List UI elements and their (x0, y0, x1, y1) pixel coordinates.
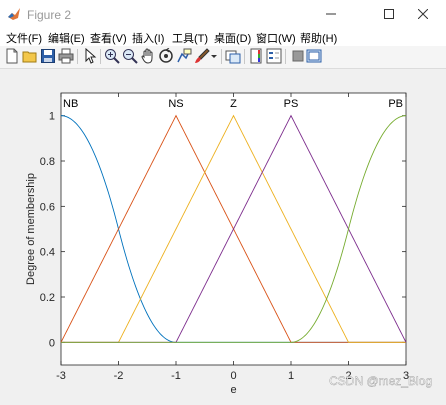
toolbar-separator (285, 49, 286, 64)
close-button[interactable] (400, 0, 446, 28)
x-tick-label: -1 (171, 370, 181, 382)
toolbar-separator (100, 49, 101, 64)
figure-canvas: -3 -2 -1 0 1 2 3 0 0.2 0.4 0.6 0.8 1 NB NS Z PS PB e Deg… (0, 69, 446, 400)
series-label-ps: PS (284, 98, 299, 110)
x-tick-label: 0 (230, 370, 236, 382)
x-axis-label: e (230, 384, 236, 396)
menu-help[interactable]: 帮助(H) (300, 30, 337, 46)
toolbar (0, 46, 446, 69)
menu-bar: 文件(F) 编辑(E) 查看(V) 插入(I) 工具(T) 桌面(D) 窗口(W… (0, 28, 446, 46)
y-axis-label: Degree of membership (25, 173, 37, 285)
zoom-in-icon[interactable] (104, 48, 120, 64)
open-file-icon[interactable] (22, 48, 38, 64)
link-plot-icon[interactable] (225, 48, 241, 64)
toolbar-separator (221, 49, 222, 64)
title-bar: Figure 2 (0, 0, 446, 28)
y-tick-label: 1 (49, 111, 55, 123)
zoom-out-icon[interactable] (122, 48, 138, 64)
series-label-pb: PB (388, 98, 403, 110)
menu-view[interactable]: 查看(V) (90, 30, 127, 46)
print-icon[interactable] (58, 48, 74, 64)
chevron-down-icon[interactable] (210, 48, 218, 64)
series-label-ns: NS (168, 98, 183, 110)
y-tick-label: 0.4 (40, 247, 55, 259)
maximize-icon (384, 9, 394, 19)
save-icon[interactable] (40, 48, 56, 64)
minimize-button[interactable] (308, 0, 354, 28)
close-icon (418, 9, 428, 19)
x-tick-label: 1 (288, 370, 294, 382)
matlab-icon (8, 8, 20, 20)
menu-desktop[interactable]: 桌面(D) (214, 30, 251, 46)
menu-file[interactable]: 文件(F) (6, 30, 42, 46)
window-title: Figure 2 (27, 8, 72, 22)
menu-edit[interactable]: 编辑(E) (48, 30, 85, 46)
series-label-z: Z (230, 98, 237, 110)
minimize-icon (326, 13, 336, 15)
rotate-3d-icon[interactable] (158, 48, 174, 64)
x-tick-label: -2 (114, 370, 124, 382)
menu-insert[interactable]: 插入(I) (132, 30, 164, 46)
y-tick-label: 0.6 (40, 201, 55, 213)
watermark-text: CSDN @mez_Blog (329, 374, 432, 388)
x-tick-label: -3 (56, 370, 66, 382)
y-tick-label: 0.2 (40, 292, 55, 304)
menu-window[interactable]: 窗口(W) (256, 30, 296, 46)
y-tick-label: 0.8 (40, 156, 55, 168)
brush-icon[interactable] (194, 48, 210, 64)
series-label-nb: NB (63, 98, 78, 110)
legend-icon[interactable] (266, 48, 282, 64)
pan-icon[interactable] (140, 48, 156, 64)
new-figure-icon[interactable] (4, 48, 20, 64)
hide-plot-tools-icon[interactable] (290, 48, 306, 64)
membership-function-plot[interactable]: -3 -2 -1 0 1 2 300.20.40.60.81 NB NS Z PS PB e Deg… (0, 69, 446, 400)
pointer-icon[interactable] (82, 48, 98, 64)
data-cursor-icon[interactable] (176, 48, 192, 64)
toolbar-separator (77, 49, 78, 64)
y-tick-label: 0 (49, 337, 55, 349)
show-plot-tools-icon[interactable] (306, 48, 322, 64)
toolbar-separator (244, 49, 245, 64)
colorbar-icon[interactable] (248, 48, 264, 64)
menu-tools[interactable]: 工具(T) (172, 30, 208, 46)
